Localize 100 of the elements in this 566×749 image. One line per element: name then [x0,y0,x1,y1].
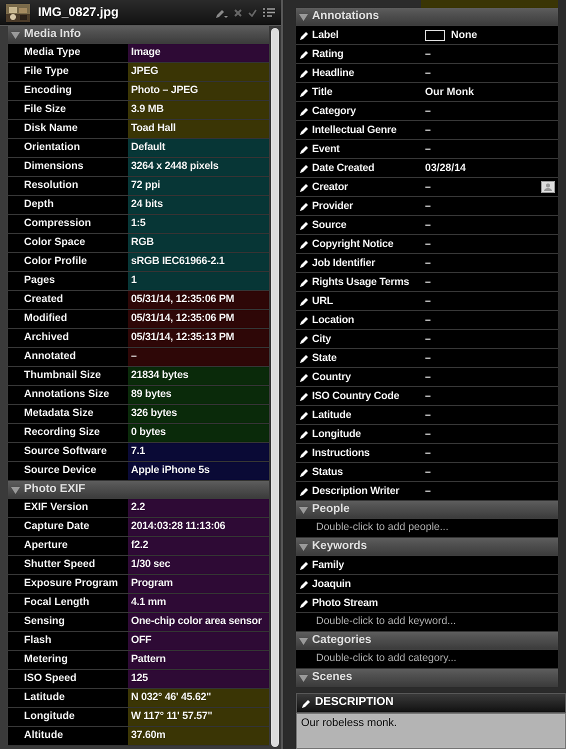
field-value: – [425,352,431,364]
pencil-icon[interactable] [300,316,309,324]
section-header[interactable]: Scenes [296,669,558,687]
close-icon[interactable] [234,8,242,16]
add-hint[interactable]: Double-click to add people... [296,519,558,538]
description-title: DESCRIPTION [315,696,394,710]
disclosure-triangle-icon[interactable] [299,506,308,514]
field-value: – [425,332,431,346]
field-label: Title [312,86,332,98]
pencil-icon[interactable] [300,448,309,458]
pencil-icon[interactable] [300,334,309,344]
section-header[interactable]: Annotations [296,8,558,26]
scrollbar[interactable] [271,28,279,747]
field-value: 24 bits [128,196,270,214]
pencil-icon[interactable] [300,182,309,192]
section-title: Annotations [312,10,380,24]
pencil-icon[interactable] [300,278,309,286]
pencil-icon[interactable] [300,410,309,420]
description-field[interactable]: Our robeless monk. [296,713,566,749]
disclosure-triangle-icon[interactable] [299,636,308,646]
field-label: Headline [312,66,354,80]
field-value: 1 [128,272,270,290]
disclosure-triangle-icon[interactable] [299,542,308,552]
field-label: Description Writer [312,484,400,498]
field-value: – [425,66,431,80]
pencil-icon[interactable] [300,30,309,40]
field-label: State [312,352,337,364]
pencil-icon[interactable] [300,296,309,306]
file-name: IMG_0827.jpg [38,5,119,20]
pencil-icon[interactable] [300,392,309,400]
field-label: Country [312,370,351,384]
field-value: 4.1 mm [128,594,270,612]
field-value: – [425,428,431,440]
field-label: Recording Size [23,425,101,440]
field-label: Latitude [23,690,66,705]
section-header[interactable]: People [296,501,558,519]
pencil-icon[interactable] [300,164,309,172]
pencil-icon[interactable] [300,88,309,96]
checkmark-icon[interactable] [248,8,257,16]
field-value: JPEG [128,63,270,81]
field-label: Job Identifier [312,256,376,270]
section-header[interactable]: Photo EXIF [8,481,270,499]
pencil-icon[interactable] [300,560,309,570]
field-value: – [425,484,431,498]
field-value: 0 bytes [128,424,270,442]
section-header[interactable]: Media Info [8,26,270,44]
field-label: Created [23,292,64,307]
pencil-icon[interactable] [300,144,309,154]
pencil-icon[interactable] [300,220,309,230]
disclosure-triangle-icon[interactable] [299,12,308,22]
field-label: Event [312,142,340,156]
field-label: Source [312,218,346,232]
field-label: Provider [312,200,353,212]
field-label: Longitude [312,428,361,440]
pencil-icon[interactable] [300,486,309,496]
pencil-icon[interactable] [300,598,309,608]
pencil-icon[interactable] [300,354,309,362]
field-label: Source Software [23,444,108,459]
field-value: – [425,124,431,136]
pencil-icon[interactable] [300,258,309,268]
add-hint[interactable]: Double-click to add keyword... [296,613,558,632]
field-value: One-chip color area sensor [128,613,270,631]
field-label: Focal Length [23,595,90,610]
field-label: Sensing [23,614,66,629]
pencil-icon[interactable] [300,126,309,134]
pencil-icon[interactable] [300,580,309,588]
disclosure-triangle-icon[interactable] [11,486,20,494]
field-value: – [425,466,431,478]
field-label: Creator [312,180,348,194]
pencil-icon[interactable] [300,240,309,248]
section-header[interactable]: Categories [296,632,558,650]
field-label: ISO Country Code [312,390,400,402]
field-label: City [312,332,332,346]
pencil-icon[interactable] [300,202,309,210]
pencil-icon[interactable] [300,430,309,438]
keyword[interactable]: Photo Stream [312,596,378,610]
field-value: Pattern [128,651,270,669]
field-value: Default [128,139,270,157]
keyword[interactable]: Family [312,558,344,572]
list-icon[interactable] [263,8,275,18]
section-header[interactable]: Keywords [296,538,558,556]
pencil-icon[interactable] [302,698,311,708]
field-value: 125 [128,670,270,688]
pencil-icon[interactable] [300,468,309,476]
section-title: Scenes [312,671,352,685]
pencil-icon[interactable] [300,50,309,58]
keyword[interactable]: Joaquin [312,578,351,590]
pencil-icon[interactable] [300,372,309,382]
disclosure-triangle-icon[interactable] [11,30,20,40]
field-label: Color Profile [23,254,88,269]
add-hint[interactable]: Double-click to add category... [296,650,558,669]
field-label: File Type [23,64,70,79]
color-label-swatch[interactable] [425,30,445,40]
field-value: 72 ppi [128,177,270,195]
disclosure-triangle-icon[interactable] [299,674,308,682]
field-value: W 117° 11' 57.57" [128,708,270,726]
pencil-icon[interactable] [300,68,309,78]
pencil-icon[interactable] [300,106,309,116]
field-value: – [425,370,431,384]
section-title: People [312,503,350,517]
